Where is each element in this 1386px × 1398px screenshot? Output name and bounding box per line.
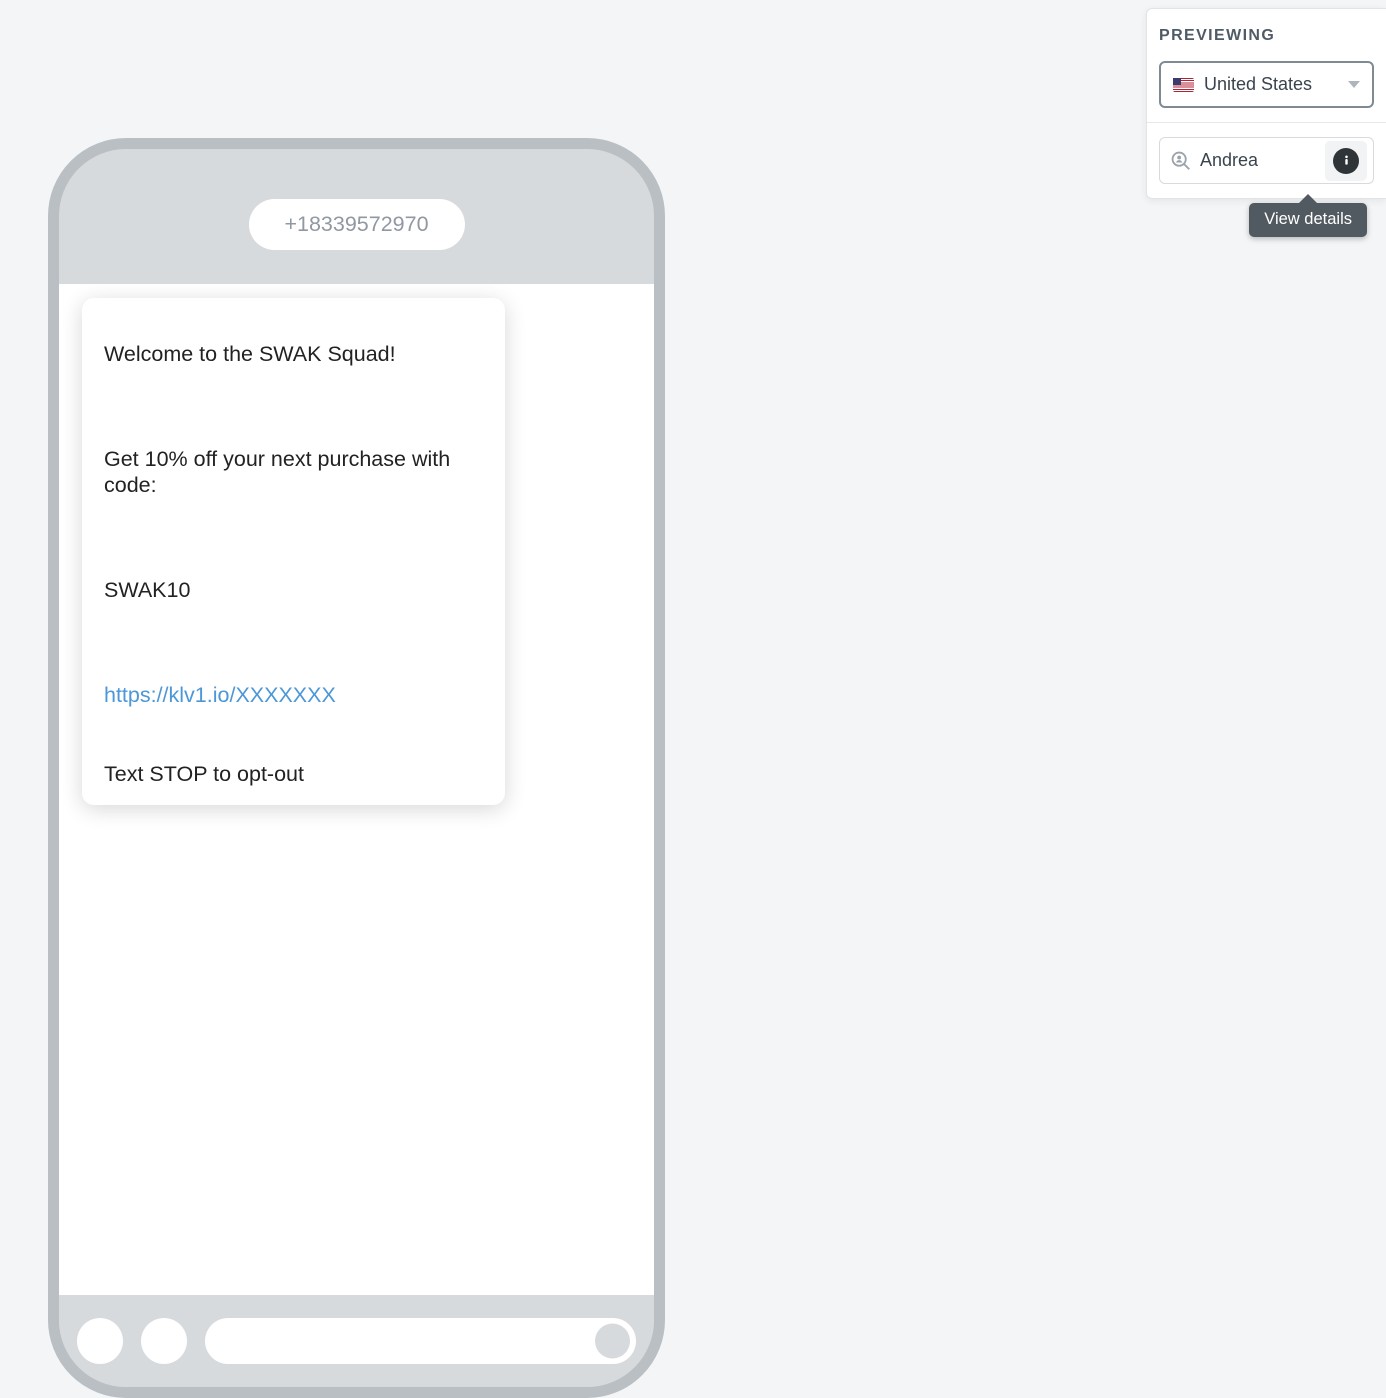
info-icon bbox=[1333, 148, 1359, 174]
tooltip-text: View details bbox=[1264, 210, 1352, 228]
person-zoom-icon bbox=[1170, 150, 1192, 172]
sms-message-bubble: Welcome to the SWAK Squad! Get 10% off y… bbox=[82, 298, 505, 805]
info-button[interactable] bbox=[1325, 141, 1367, 181]
phone-inner: +18339572970 Welcome to the SWAK Squad! … bbox=[59, 149, 654, 1387]
camera-icon bbox=[77, 1318, 123, 1364]
phone-screen: Welcome to the SWAK Squad! Get 10% off y… bbox=[59, 284, 654, 1295]
usa-flag-icon bbox=[1173, 78, 1194, 92]
mic-icon bbox=[595, 1324, 630, 1359]
phone-mockup: +18339572970 Welcome to the SWAK Squad! … bbox=[48, 138, 665, 1398]
chevron-down-icon bbox=[1348, 81, 1360, 88]
country-name: United States bbox=[1204, 74, 1338, 95]
phone-input-placeholder bbox=[205, 1318, 636, 1364]
phone-footer bbox=[59, 1295, 654, 1387]
previewing-title: PREVIEWING bbox=[1159, 27, 1374, 45]
previewing-panel: PREVIEWING United States Andrea bbox=[1146, 8, 1386, 199]
panel-divider bbox=[1147, 122, 1386, 123]
message-optout: Text STOP to opt-out bbox=[104, 762, 304, 786]
contact-name: Andrea bbox=[1200, 150, 1317, 171]
apps-icon bbox=[141, 1318, 187, 1364]
view-details-tooltip: View details bbox=[1249, 203, 1367, 237]
sender-number: +18339572970 bbox=[284, 212, 428, 236]
message-code: SWAK10 bbox=[104, 578, 190, 602]
contact-select[interactable]: Andrea bbox=[1159, 137, 1374, 184]
message-line-welcome: Welcome to the SWAK Squad! bbox=[104, 342, 396, 366]
phone-header: +18339572970 bbox=[59, 149, 654, 284]
message-line-offer: Get 10% off your next purchase with code… bbox=[104, 447, 450, 497]
sender-number-pill: +18339572970 bbox=[248, 199, 464, 250]
country-select[interactable]: United States bbox=[1159, 61, 1374, 108]
message-link[interactable]: https://klv1.io/XXXXXXX bbox=[104, 683, 336, 707]
